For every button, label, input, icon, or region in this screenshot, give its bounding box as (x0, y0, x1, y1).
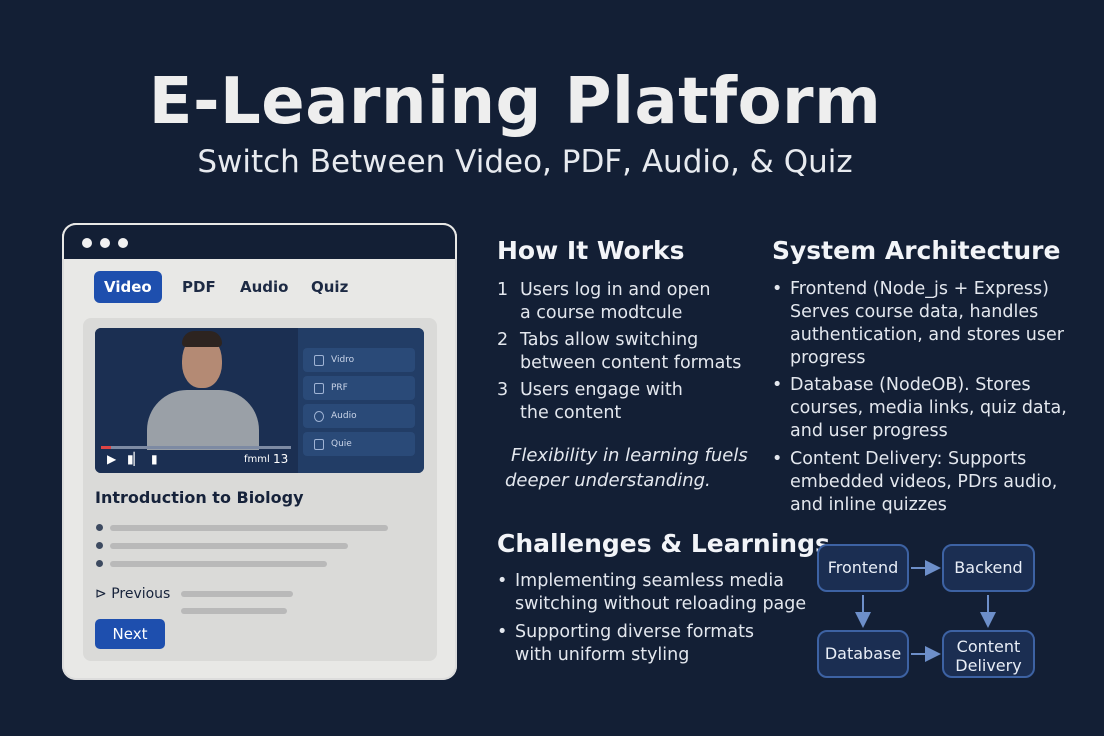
previous-label: Previous (111, 586, 171, 602)
architecture-line: and inline quizzes (790, 495, 947, 515)
side-item-audio[interactable]: Audio (303, 404, 415, 428)
placeholder-line (110, 561, 327, 567)
database-node: Database (817, 630, 909, 678)
node-line: Content (956, 637, 1021, 656)
media-side-list: Vidro PRF Audio Quie (298, 328, 424, 473)
page-subtitle: Switch Between Video, PDF, Audio, & Quiz (197, 144, 853, 180)
step-line: Users engage with (520, 380, 683, 400)
side-item-label: Audio (331, 411, 357, 421)
challenge-item: Supporting diverse formats with uniform … (515, 621, 754, 667)
architecture-line: Serves course data, handles (790, 302, 1039, 322)
tab-audio[interactable]: Audio (230, 271, 298, 303)
video-player[interactable]: ▶ ▮▏ ▮ fmml 13 Vidro PRF Audio Quie (95, 328, 424, 473)
placeholder-line (110, 543, 348, 549)
how-it-works-heading: How It Works (497, 236, 685, 265)
architecture-line: progress (790, 348, 866, 368)
presenter-hair (182, 331, 222, 347)
step-2: Tabs allow switching between content for… (520, 329, 741, 375)
previous-icon: ⊳ (95, 586, 107, 602)
video-frame[interactable]: ▶ ▮▏ ▮ fmml 13 (95, 328, 298, 473)
architecture-line: and user progress (790, 421, 948, 441)
quote-line: Flexibility in learning fuels (511, 445, 748, 466)
side-item-label: PRF (331, 383, 348, 393)
challenge-line: Implementing seamless media (515, 571, 784, 591)
window-dot-icon (118, 238, 128, 248)
skip-icon[interactable]: ▮▏ (127, 452, 143, 466)
step-line: the content (520, 403, 622, 423)
presenter-body (147, 390, 259, 450)
tab-quiz[interactable]: Quiz (301, 271, 358, 303)
challenge-line: with uniform styling (515, 645, 690, 665)
list-bullet (96, 542, 103, 549)
side-item-pdf[interactable]: PRF (303, 376, 415, 400)
bullet-dot: • (772, 449, 783, 469)
window-dot-icon (100, 238, 110, 248)
step-number: 2 (497, 330, 509, 350)
time-text: fmml (244, 454, 270, 465)
app-mockup-window: Video PDF Audio Quiz ▶ ▮▏ ▮ fmml 13 Vidr… (62, 223, 457, 680)
placeholder-line (181, 608, 287, 614)
architecture-line: embedded videos, PDrs audio, (790, 472, 1058, 492)
window-dot-icon (82, 238, 92, 248)
architecture-line: authentication, and stores user (790, 325, 1064, 345)
architecture-line: Content Delivery: Supports (790, 449, 1027, 469)
architecture-item: Database (NodeOB). Stores courses, media… (790, 374, 1067, 443)
volume-icon[interactable]: ▮ (151, 452, 158, 466)
pdf-icon (314, 383, 324, 394)
bullet-dot: • (772, 375, 783, 395)
page-title: E-Learning Platform (148, 65, 882, 139)
step-line: Tabs allow switching (520, 330, 699, 350)
architecture-line: courses, media links, quiz data, (790, 398, 1067, 418)
play-icon[interactable]: ▶ (107, 452, 116, 466)
tab-pdf[interactable]: PDF (172, 271, 226, 303)
side-item-quiz[interactable]: Quie (303, 432, 415, 456)
bullet-dot: • (772, 279, 783, 299)
architecture-heading: System Architecture (772, 236, 1061, 265)
previous-button[interactable]: ⊳ Previous (95, 586, 170, 602)
audio-icon (314, 411, 324, 422)
challenges-heading: Challenges & Learnings (497, 529, 830, 558)
frontend-node: Frontend (817, 544, 909, 592)
content-panel: ▶ ▮▏ ▮ fmml 13 Vidro PRF Audio Quie Intr… (83, 318, 437, 661)
window-titlebar (62, 223, 457, 259)
placeholder-line (110, 525, 388, 531)
placeholder-line (181, 591, 293, 597)
quote: Flexibility in learning fuels deeper und… (505, 443, 748, 493)
side-item-label: Quie (331, 439, 352, 449)
challenge-line: switching without reloading page (515, 594, 807, 614)
bullet-dot: • (497, 571, 508, 591)
step-number: 3 (497, 380, 509, 400)
step-3: Users engage with the content (520, 379, 683, 425)
list-bullet (96, 560, 103, 567)
quiz-icon (314, 439, 324, 450)
video-progress-fill (101, 446, 111, 449)
time-value: 13 (273, 452, 289, 466)
architecture-line: Database (NodeOB). Stores (790, 375, 1031, 395)
side-item-video[interactable]: Vidro (303, 348, 415, 372)
challenge-line: Supporting diverse formats (515, 622, 755, 642)
quote-line: deeper understanding. (505, 470, 711, 491)
content-delivery-node: Content Delivery (942, 630, 1035, 678)
node-line: Delivery (955, 656, 1022, 675)
step-number: 1 (497, 280, 509, 300)
tab-video[interactable]: Video (94, 271, 162, 303)
step-line: between content formats (520, 353, 742, 373)
architecture-item: Frontend (Node_js + Express) Serves cour… (790, 278, 1064, 370)
architecture-item: Content Delivery: Supports embedded vide… (790, 448, 1057, 517)
step-line: Users log in and open (520, 280, 711, 300)
backend-node: Backend (942, 544, 1035, 592)
architecture-line: Frontend (Node_js + Express) (790, 279, 1049, 299)
next-button[interactable]: Next (95, 619, 165, 649)
side-item-label: Vidro (331, 355, 355, 365)
video-icon (314, 355, 324, 366)
challenge-item: Implementing seamless media switching wi… (515, 570, 806, 616)
list-bullet (96, 524, 103, 531)
course-title: Introduction to Biology (95, 488, 304, 507)
video-progress-bar[interactable] (101, 446, 291, 449)
step-1: Users log in and open a course modtcule (520, 279, 710, 325)
bullet-dot: • (497, 622, 508, 642)
step-line: a course modtcule (520, 303, 683, 323)
